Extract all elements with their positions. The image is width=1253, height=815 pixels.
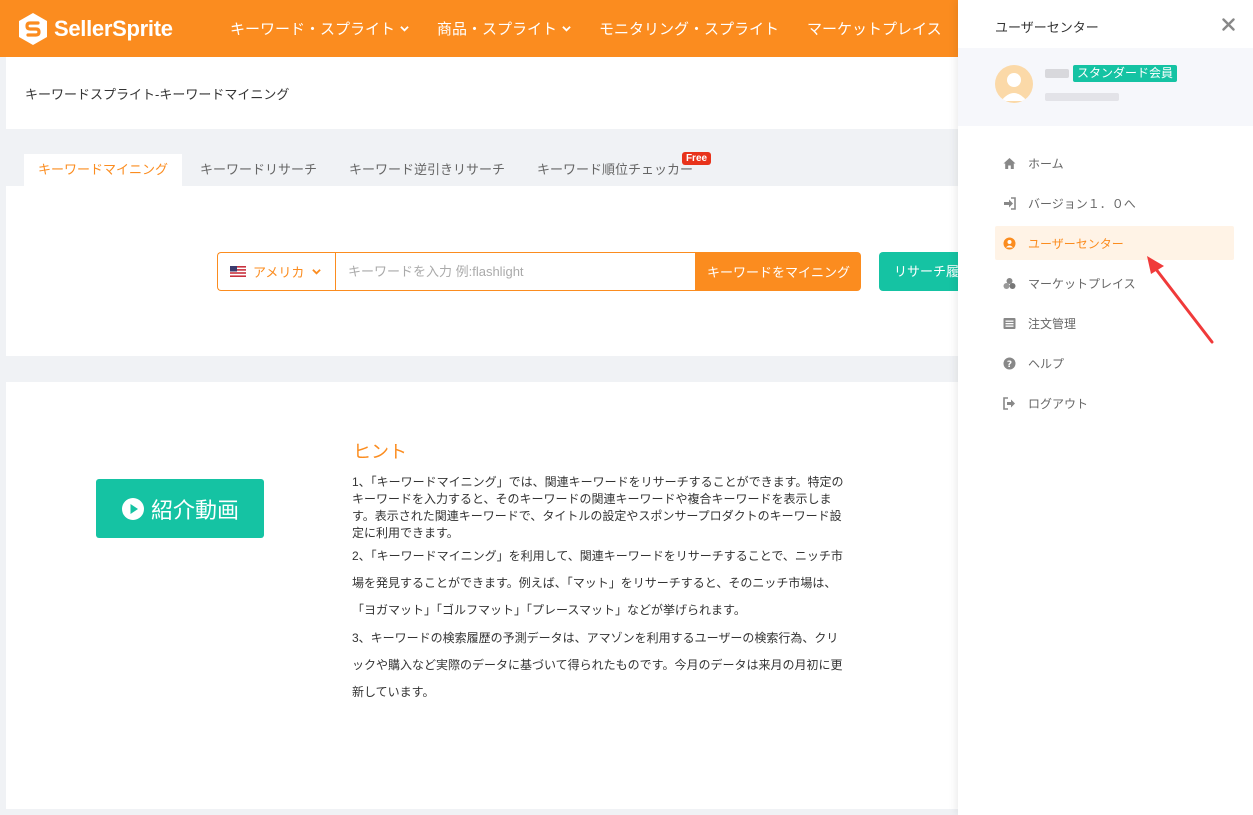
cubes-icon	[1003, 277, 1016, 289]
nav-label: キーワード・スプライト	[230, 21, 396, 38]
user-circle-icon	[1003, 237, 1016, 249]
annotation-arrow	[1147, 256, 1214, 344]
research-history-button[interactable]: リサーチ履	[879, 252, 969, 291]
hint-paragraph: 2、「キーワードマイニング」を利用して、関連キーワードをリサーチすることで、ニッ…	[352, 549, 843, 617]
sellersprite-logo[interactable]: SellerSprite	[18, 12, 208, 46]
svg-text:?: ?	[1007, 360, 1012, 370]
user-center-drawer: ユーザーセンター スタンダード会員 ホーム バージョン１．０へ ユーザーセンター	[958, 0, 1253, 815]
list-icon	[1003, 317, 1016, 329]
menu-label: ヘルプ	[1028, 356, 1065, 371]
drawer-title: ユーザーセンター	[995, 20, 1099, 35]
menu-label: ユーザーセンター	[1028, 236, 1124, 251]
nav-monitoring-sprite[interactable]: モニタリング・スプライト	[599, 18, 779, 39]
us-flag-icon	[230, 266, 246, 277]
keyword-input[interactable]	[335, 252, 696, 291]
close-icon[interactable]	[1222, 18, 1235, 31]
username-redacted	[1045, 69, 1069, 78]
search-card: アメリカ キーワードをマイニング リサーチ履	[6, 186, 969, 356]
sign-out-icon	[1003, 396, 1015, 410]
nav-keyword-sprite[interactable]: キーワード・スプライト	[230, 18, 409, 39]
hint-body: 1、「キーワードマイニング」では、関連キーワードをリサーチすることができます。特…	[352, 474, 848, 706]
user-avatar-icon	[1001, 73, 1027, 101]
sellersprite-logo-icon	[19, 12, 47, 45]
menu-item-help[interactable]: ? ヘルプ	[995, 346, 1234, 380]
search-bar: アメリカ キーワードをマイニング	[217, 252, 861, 291]
menu-label: マーケットプレイス	[1028, 276, 1136, 291]
chevron-down-icon	[312, 269, 322, 275]
country-label: アメリカ	[253, 265, 305, 280]
nav-product-sprite[interactable]: 商品・スプライト	[437, 18, 571, 39]
hint-title: ヒント	[353, 442, 407, 462]
menu-label: 注文管理	[1028, 316, 1077, 331]
menu-item-version[interactable]: バージョン１．０へ	[995, 186, 1234, 220]
question-circle-icon: ?	[1003, 357, 1016, 370]
nav-marketplace[interactable]: マーケットプレイス	[807, 18, 942, 39]
account-info-redacted	[1045, 93, 1119, 101]
nav-label: 商品・スプライト	[437, 21, 558, 38]
menu-label: バージョン１．０へ	[1028, 196, 1136, 211]
menu-item-logout[interactable]: ログアウト	[995, 386, 1234, 420]
menu-label: ログアウト	[1028, 396, 1089, 411]
intro-video-button[interactable]: 紹介動画	[96, 479, 264, 538]
tab-label: キーワード順位チェッカー	[537, 162, 694, 177]
tab-keyword-mining[interactable]: キーワードマイニング	[24, 154, 183, 186]
chevron-down-icon	[400, 26, 409, 32]
tab-keyword-rank-checker[interactable]: キーワード順位チェッカー Free	[523, 152, 712, 186]
home-icon	[1003, 157, 1016, 169]
chevron-down-icon	[562, 26, 571, 32]
hint-paragraph: 1、「キーワードマイニング」では、関連キーワードをリサーチすることができます。特…	[352, 475, 844, 540]
avatar[interactable]	[995, 65, 1033, 103]
main-nav: キーワード・スプライト 商品・スプライト モニタリング・スプライト マーケットプ…	[230, 18, 970, 39]
breadcrumb-card: キーワードスプライト-キーワードマイニング	[6, 57, 958, 129]
membership-badge: スタンダード会員	[1073, 65, 1178, 82]
breadcrumb: キーワードスプライト-キーワードマイニング	[25, 87, 290, 102]
logo-text: SellerSprite	[54, 15, 173, 41]
tab-bar: キーワードマイニング キーワードリサーチ キーワード逆引きリサーチ キーワード順…	[24, 152, 712, 186]
country-select[interactable]: アメリカ	[217, 252, 335, 291]
tab-keyword-research[interactable]: キーワードリサーチ	[186, 154, 331, 186]
intro-video-label: 紹介動画	[150, 497, 239, 523]
menu-item-home[interactable]: ホーム	[995, 146, 1234, 180]
hint-paragraph: 3、キーワードの検索履歴の予測データは、アマゾンを利用するユーザーの検索行為、ク…	[352, 631, 843, 699]
nav-label: マーケットプレイス	[807, 21, 942, 38]
mine-keywords-button[interactable]: キーワードをマイニング	[696, 252, 861, 291]
menu-label: ホーム	[1028, 156, 1064, 171]
free-badge: Free	[681, 152, 712, 165]
keyword-tool-panel: アメリカ キーワードをマイニング リサーチ履 キーワードマイニング キーワードリ…	[6, 140, 969, 356]
hint-card: 紹介動画 ヒント 1、「キーワードマイニング」では、関連キーワードをリサーチする…	[6, 382, 958, 809]
user-profile-box: スタンダード会員	[958, 48, 1253, 126]
nav-label: モニタリング・スプライト	[599, 21, 780, 38]
tab-reverse-keyword-research[interactable]: キーワード逆引きリサーチ	[335, 154, 519, 186]
play-circle-icon	[121, 497, 144, 520]
sign-in-icon	[1004, 196, 1016, 210]
